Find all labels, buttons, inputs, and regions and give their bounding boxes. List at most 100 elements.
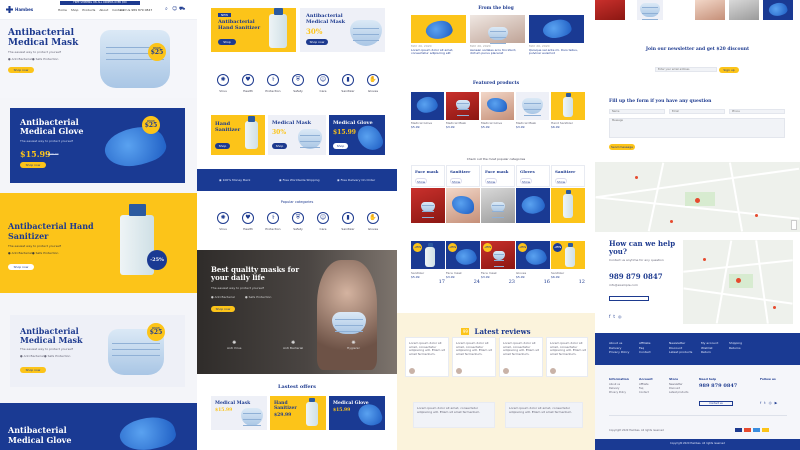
promo-button[interactable]: Shop <box>272 143 287 149</box>
newsletter-email-input[interactable] <box>655 67 717 72</box>
offer-title: Hand Sanitizer <box>274 401 297 411</box>
instagram-icon[interactable]: ◎ <box>618 314 622 319</box>
deal-image[interactable]: -25% <box>411 241 445 269</box>
product-image[interactable] <box>446 92 479 120</box>
user-icon[interactable]: ☺ <box>172 6 177 12</box>
popular-category-card[interactable]: Face mask Show <box>411 165 445 187</box>
syringe-icon[interactable]: ⚕ <box>267 212 279 224</box>
featured-products-row: Medical Glove $5.99 Medical Mask $3.99 Med… <box>411 92 585 136</box>
bottle-icon[interactable]: ▮ <box>342 212 354 224</box>
instagram-icon[interactable]: ◎ <box>769 401 772 405</box>
hero-glove-card: Antibacterial Medical Glove The easiest … <box>10 108 185 183</box>
hero-glove-section: Antibacterial Medical Glove The easiest … <box>0 98 197 193</box>
map-zoom-control[interactable] <box>791 220 797 230</box>
brand-name[interactable]: Hambes <box>15 7 33 12</box>
footer-heading: Account <box>639 377 653 381</box>
blog-image[interactable] <box>529 15 584 43</box>
email-link[interactable]: info@example.com <box>609 283 638 288</box>
product-image[interactable] <box>516 92 549 120</box>
category-label: Gloves <box>367 89 379 93</box>
offer-card[interactable]: Medical Glove $15.99 <box>329 396 385 430</box>
popular-category-card[interactable]: Face mask Show <box>481 165 515 187</box>
deal-image[interactable]: -25% <box>446 241 480 269</box>
glove-icon[interactable]: ✋ <box>367 212 379 224</box>
twitter-icon[interactable]: t <box>764 401 765 405</box>
face-icon[interactable]: ☺ <box>317 212 329 224</box>
shop-now-button[interactable]: Shop now <box>20 367 46 373</box>
glove-product-image <box>354 121 386 155</box>
virus-icon[interactable]: ✺ <box>217 212 229 224</box>
header-phone[interactable]: Call Us 989 879 0847 <box>120 8 152 12</box>
sanitizer-product-image <box>306 397 318 426</box>
nav-item[interactable]: Shop <box>71 8 79 12</box>
glove-icon[interactable]: ✋ <box>367 74 379 86</box>
offer-card[interactable]: Medical Mask $15.99 <box>211 396 267 430</box>
facebook-icon[interactable]: f <box>609 314 610 319</box>
bottle-icon[interactable]: ▮ <box>342 74 354 86</box>
footer-phone[interactable]: 989 879 0847 <box>699 383 737 389</box>
show-button[interactable]: Show <box>555 178 567 184</box>
popular-category-card[interactable]: Gloves Show <box>516 165 550 187</box>
promo-button[interactable]: Shop <box>218 39 236 45</box>
blog-post[interactable]: MAY 20, 2020 Aenean sodales arcu tincidun… <box>470 44 525 56</box>
location-map[interactable] <box>595 162 800 232</box>
show-button[interactable]: Show <box>485 178 497 184</box>
shop-now-button[interactable]: Shop now <box>211 306 235 312</box>
blog-image[interactable] <box>470 15 525 43</box>
facebook-icon[interactable]: f <box>760 401 761 405</box>
product-image[interactable] <box>551 92 585 120</box>
heart-icon[interactable]: ♥ <box>242 212 254 224</box>
map-pin-icon[interactable] <box>736 278 741 283</box>
nav-item[interactable]: About <box>99 8 108 12</box>
deal-image[interactable]: -25% <box>516 241 550 269</box>
popular-category-card[interactable]: Sanitizer Show <box>446 165 480 187</box>
contact-us-button[interactable]: Contact us <box>699 401 733 406</box>
offer-card[interactable]: Hand Sanitizer $29.99 <box>270 396 326 430</box>
shop-now-button[interactable]: Shop now <box>8 264 34 270</box>
face-icon[interactable]: ☺ <box>317 74 329 86</box>
review-card: Lorem ipsum dolor sit amet, consectetur … <box>546 337 588 377</box>
shipping-item: ◉ Free Delivery On Order <box>337 178 376 182</box>
deal-image[interactable]: -25% <box>551 241 585 269</box>
deal-image[interactable]: -25% <box>481 241 515 269</box>
virus-icon[interactable]: ✺ <box>217 74 229 86</box>
heart-icon[interactable]: ♥ <box>242 74 254 86</box>
syringe-icon[interactable]: ⚕ <box>267 74 279 86</box>
nav-item[interactable]: Products <box>82 8 95 12</box>
review-card-wide: Lorem ipsum dolor sit amet, consectetur … <box>505 402 583 428</box>
shop-now-button[interactable]: Shop now <box>8 67 34 73</box>
contact-email-button[interactable] <box>609 296 649 301</box>
product-image[interactable] <box>481 92 514 120</box>
show-button[interactable]: Show <box>450 178 462 184</box>
cart-icon[interactable]: ⛟ <box>179 6 185 13</box>
avatar <box>503 368 509 374</box>
shield-icon[interactable]: ⛨ <box>292 74 304 86</box>
name-input[interactable] <box>609 109 665 114</box>
nav-item[interactable]: Home <box>58 8 67 12</box>
popular-category-card[interactable]: Sanitizer Show <box>551 165 585 187</box>
product-image[interactable] <box>411 92 444 120</box>
show-button[interactable]: Show <box>520 178 532 184</box>
blog-post[interactable]: MAY 20, 2020 Lorem ipsum dolor sit amet, … <box>411 44 466 56</box>
map-pin-icon[interactable] <box>695 198 700 203</box>
help-phone[interactable]: 989 879 0847 <box>609 272 663 281</box>
twitter-icon[interactable]: t <box>613 314 615 319</box>
show-button[interactable]: Show <box>415 178 427 184</box>
shop-now-button[interactable]: Shop now <box>20 162 46 168</box>
promo-button[interactable]: Shop <box>215 143 230 149</box>
message-textarea[interactable] <box>609 118 785 138</box>
youtube-icon[interactable]: ▶ <box>775 401 778 405</box>
phone-input[interactable] <box>729 109 785 114</box>
category-label: Safety <box>293 227 303 231</box>
promo-button[interactable]: Shop <box>333 143 348 149</box>
blog-post[interactable]: MAY 20, 2020 Quisque vel ante mi. Duis te… <box>529 44 584 56</box>
blog-image[interactable] <box>411 15 466 43</box>
help-map[interactable] <box>683 240 793 324</box>
email-input[interactable] <box>669 109 725 114</box>
send-message-button[interactable]: Send message <box>609 144 635 150</box>
search-icon[interactable]: ⌕ <box>165 6 168 12</box>
newsletter-signup-button[interactable]: Sign up <box>719 67 739 73</box>
shield-icon[interactable]: ⛨ <box>292 212 304 224</box>
hero-feature: ● Anti Bacterial <box>8 251 32 255</box>
promo-button[interactable]: Shop now <box>306 39 328 45</box>
